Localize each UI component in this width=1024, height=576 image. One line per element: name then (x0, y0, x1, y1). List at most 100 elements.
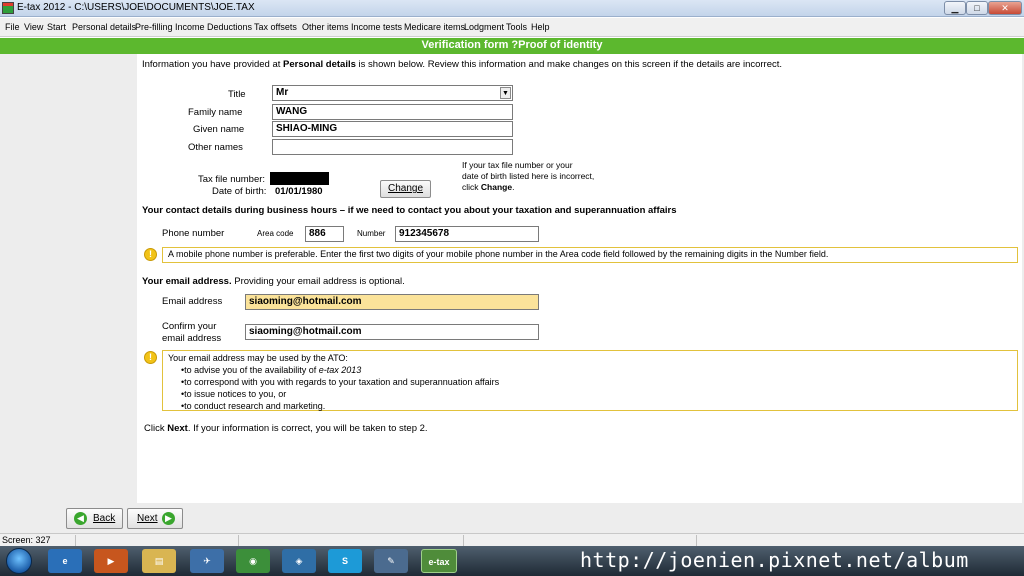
close-button[interactable]: ✕ (988, 1, 1022, 15)
family-name-field[interactable]: WANG (272, 104, 513, 120)
status-bar: Screen: 327 (0, 533, 1024, 546)
page-banner: Verification form ?Proof of identity (0, 38, 1024, 54)
minimize-button[interactable]: ▁ (944, 1, 966, 15)
menu-start[interactable]: Start (47, 22, 66, 32)
maximize-button[interactable]: □ (966, 1, 988, 15)
mobile-info-box: A mobile phone number is preferable. Ent… (162, 247, 1018, 263)
email-note-item: •to correspond with you with regards to … (181, 377, 500, 387)
email-note-item: •to conduct research and marketing. (181, 401, 326, 411)
status-segment (239, 535, 464, 546)
change-note-line1: If your tax file number or your (462, 160, 573, 170)
internet-explorer-icon[interactable]: e (48, 549, 82, 573)
tfn-value-redacted (270, 172, 329, 185)
window-title: E-tax 2012 - C:\USERS\JOE\DOCUMENTS\JOE.… (17, 2, 255, 13)
paint-icon[interactable]: ✎ (374, 549, 408, 573)
menu-deductions[interactable]: Deductions (207, 22, 252, 32)
next-button[interactable]: Next ▶ (127, 508, 183, 529)
menu-tax-offsets[interactable]: Tax offsets (254, 22, 297, 32)
status-screen: Screen: 327 (2, 535, 51, 545)
file-explorer-icon[interactable]: ▤ (142, 549, 176, 573)
other-names-label: Other names (188, 142, 243, 153)
network-icon[interactable]: ◈ (282, 549, 316, 573)
mobile-note: A mobile phone number is preferable. Ent… (168, 249, 829, 259)
footer-pre: Click (144, 423, 168, 434)
change-note-bold: Change (480, 182, 513, 192)
status-segment (464, 535, 697, 546)
warning-icon: ! (144, 351, 157, 364)
menu-medicare-items[interactable]: Medicare items (404, 22, 465, 32)
menu-file[interactable]: File (5, 22, 20, 32)
status-segment (76, 535, 239, 546)
start-orb-icon[interactable] (6, 548, 32, 574)
area-code-label: Area code (257, 229, 294, 238)
confirm-email-label-line2: email address (162, 333, 222, 344)
email-field[interactable]: siaoming@hotmail.com (245, 294, 539, 310)
contact-heading: Your contact details during business hou… (142, 205, 677, 216)
footer-post: . If your information is correct, you wi… (187, 423, 428, 434)
title-select[interactable]: Mr ▼ (272, 85, 513, 101)
email-note-item: •to advise you of the availability of e-… (168, 364, 499, 376)
email-heading: Your email address. Providing your email… (142, 276, 405, 287)
menu-pre-filling[interactable]: Pre-filling (135, 22, 173, 32)
intro-text: Information you have provided at Persona… (142, 59, 782, 70)
menu-help[interactable]: Help (531, 22, 550, 32)
email-info-box: Your email address may be used by the AT… (162, 350, 1018, 411)
menu-view[interactable]: View (24, 22, 43, 32)
other-names-field[interactable] (272, 139, 513, 155)
menu-income-tests[interactable]: Income tests (351, 22, 402, 32)
email-note-item-1-italic: e-tax 2013 (318, 365, 362, 375)
footer-instruction: Click Next. If your information is corre… (144, 423, 428, 434)
phone-label: Phone number (162, 228, 225, 239)
tfn-label: Tax file number: (198, 174, 266, 185)
number-label: Number (357, 229, 386, 238)
media-player-icon[interactable]: ▶ (94, 549, 128, 573)
dropdown-arrow-icon[interactable]: ▼ (500, 87, 511, 99)
menu-income[interactable]: Income (175, 22, 205, 32)
left-panel (0, 54, 137, 503)
menu-personal-details[interactable]: Personal details (72, 22, 136, 32)
email-note-item: •to issue notices to you, or (181, 389, 287, 399)
intro-post: is shown below. Review this information … (355, 59, 783, 70)
change-button-label: Change (387, 183, 424, 194)
etax-taskbar-button[interactable]: e-tax (421, 549, 457, 573)
given-name-field[interactable]: SHIAO-MING (272, 121, 513, 137)
intro-bold: Personal details (283, 59, 356, 70)
status-segment: Screen: 327 (0, 535, 76, 546)
menu-tools[interactable]: Tools (506, 22, 527, 32)
confirm-email-label-line1: Confirm your (162, 321, 217, 332)
email-label: Email address (162, 296, 223, 307)
back-arrow-icon: ◀ (74, 512, 87, 525)
change-note-line3: click Change. (462, 182, 594, 193)
tool-icon[interactable]: ✈ (190, 549, 224, 573)
confirm-email-field[interactable]: siaoming@hotmail.com (245, 324, 539, 340)
email-note: Your email address may be used by the AT… (168, 352, 499, 412)
email-heading-rest: Providing your email address is optional… (231, 276, 405, 287)
title-label: Title (228, 89, 246, 100)
dob-value: 01/01/1980 (275, 186, 323, 197)
given-name-label: Given name (193, 124, 245, 135)
change-note-post: . (512, 182, 515, 192)
menu-lodgment[interactable]: Lodgment (464, 22, 504, 32)
phone-number-field[interactable]: 912345678 (395, 226, 539, 242)
email-note-title: Your email address may be used by the AT… (168, 353, 348, 363)
intro-pre: Information you have provided at (142, 59, 284, 70)
skype-icon[interactable]: S (328, 549, 362, 573)
menu-other-items[interactable]: Other items (302, 22, 349, 32)
change-button[interactable]: Change (380, 180, 431, 198)
footer-bold: Next (167, 423, 188, 434)
email-note-item-1-text: •to advise you of the availability of (181, 365, 319, 375)
watermark: http://joenien.pixnet.net/album (580, 548, 969, 572)
chrome-icon[interactable]: ◉ (236, 549, 270, 573)
title-select-value: Mr (276, 87, 289, 98)
change-note-pre: click (462, 182, 481, 192)
dob-label: Date of birth: (212, 186, 267, 197)
etax-taskbar-label: e-tax (428, 557, 450, 567)
area-code-field[interactable]: 886 (305, 226, 344, 242)
back-button-label: Back (93, 513, 116, 524)
confirm-email-label: Confirm your email address (162, 321, 221, 345)
menu-bar: File View Start Personal details Pre-fil… (0, 18, 1024, 37)
change-note-line2: date of birth listed here is incorrect, (462, 171, 595, 181)
change-note: If your tax file number or your date of … (462, 160, 594, 193)
back-button[interactable]: ◀ Back (66, 508, 123, 529)
app-icon (2, 2, 14, 14)
